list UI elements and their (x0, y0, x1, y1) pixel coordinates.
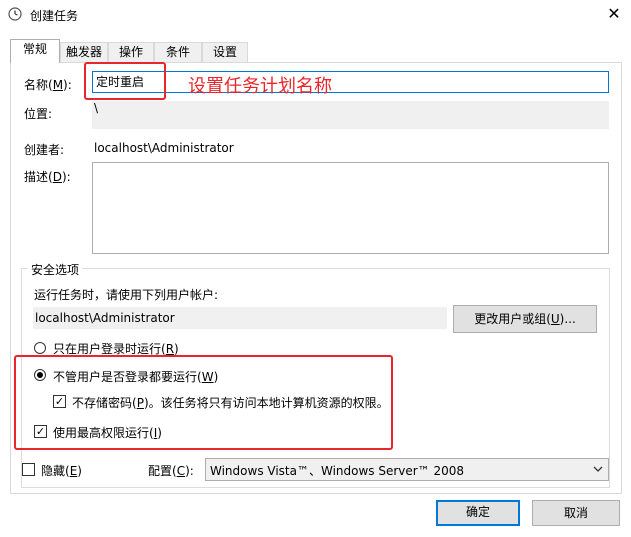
run-as-text: 运行任务时，请使用下列用户帐户: (34, 288, 219, 302)
security-group-title: 安全选项 (28, 261, 83, 278)
chevron-down-icon[interactable] (592, 463, 604, 475)
cancel-button[interactable]: 取消 (532, 500, 620, 526)
name-label: 名称(M): (24, 78, 72, 92)
ok-button[interactable]: 确定 (436, 500, 520, 526)
user-account-value: localhost\Administrator (35, 311, 175, 325)
checkbox-hidden-label: 隐藏(E) (41, 464, 82, 478)
author-value: localhost\Administrator (94, 141, 234, 155)
annotation-name: 设置任务计划名称 (188, 76, 332, 97)
tab-conditions[interactable]: 条件 (154, 42, 202, 62)
author-label: 创建者: (24, 143, 65, 157)
tab-actions[interactable]: 操作 (108, 42, 154, 62)
config-select[interactable]: Windows Vista™、Windows Server™ 2008 (205, 458, 609, 481)
checkbox-no-store-password[interactable]: ✓ (53, 395, 66, 408)
description-label: 描述(D): (24, 170, 71, 184)
close-icon[interactable]: ✕ (604, 4, 624, 24)
description-textarea[interactable] (92, 162, 609, 254)
checkbox-no-store-password-label: 不存储密码(P)。该任务将只有访问本地计算机资源的权限。 (72, 396, 389, 410)
location-value-box (92, 101, 609, 129)
checkbox-highest-privileges-label: 使用最高权限运行(I) (53, 426, 162, 440)
config-label: 配置(C): (148, 464, 194, 478)
radio-run-whether-logged-on-label: 不管用户是否登录都要运行(W) (53, 370, 219, 384)
radio-run-only-logged-on[interactable] (34, 342, 46, 354)
clock-icon (8, 7, 22, 21)
tab-triggers[interactable]: 触发器 (60, 42, 108, 62)
change-user-button[interactable]: 更改用户或组(U)... (453, 305, 597, 333)
tab-settings[interactable]: 设置 (202, 42, 248, 62)
name-input[interactable]: 定时重启 (92, 71, 609, 93)
window-title: 创建任务 (30, 9, 79, 23)
tab-general[interactable]: 常规 (10, 39, 60, 63)
checkbox-highest-privileges[interactable]: ✓ (34, 425, 47, 438)
highlight-name-box (84, 62, 166, 100)
radio-run-whether-logged-on[interactable] (34, 369, 46, 381)
title-bar (0, 0, 631, 30)
checkbox-hidden[interactable] (22, 463, 35, 476)
location-label: 位置: (24, 107, 53, 121)
location-value: \ (94, 101, 99, 115)
